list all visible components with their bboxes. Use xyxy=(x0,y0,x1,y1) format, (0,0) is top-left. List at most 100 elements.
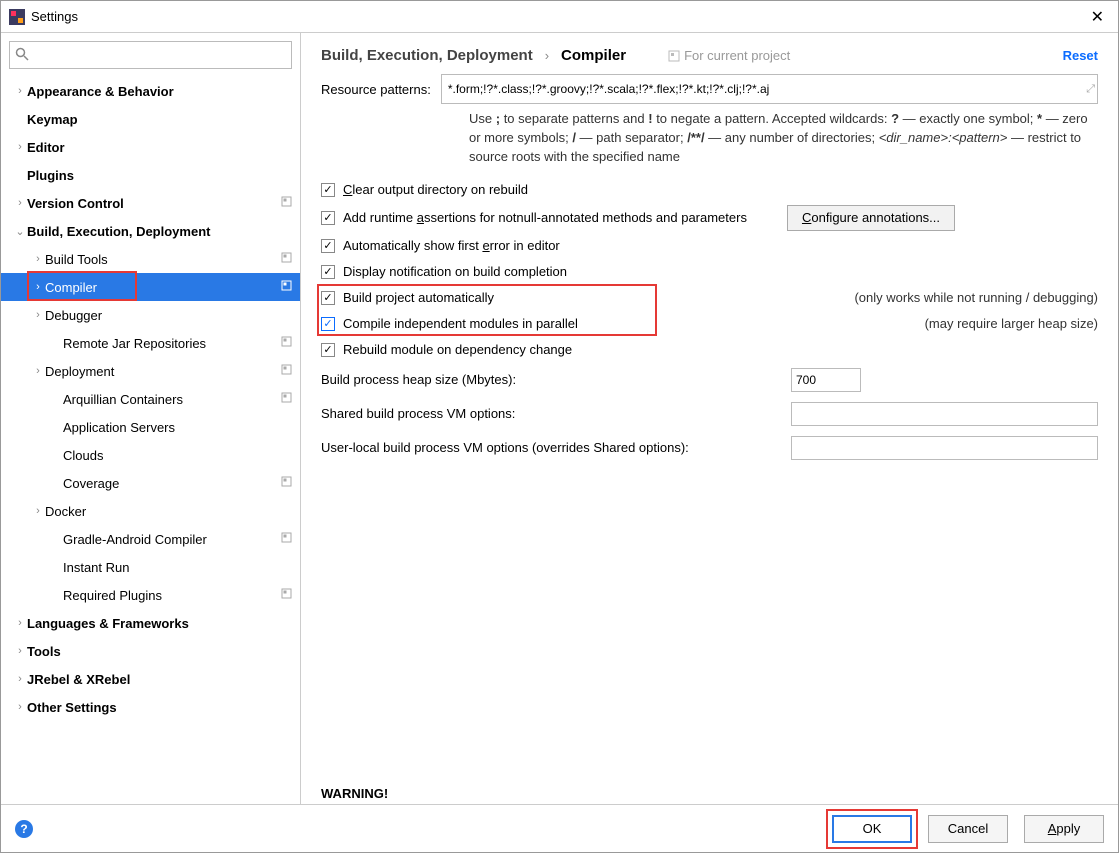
user-vm-input[interactable] xyxy=(791,436,1098,460)
chevron-icon: › xyxy=(13,617,27,629)
warning-block: WARNING! If option 'Clear output directo… xyxy=(321,785,1098,804)
project-scope-icon xyxy=(281,532,292,546)
resource-patterns-input[interactable] xyxy=(444,77,1080,101)
tree-item-plugins[interactable]: Plugins xyxy=(1,161,300,189)
tree-item-compiler[interactable]: ›Compiler xyxy=(1,273,300,301)
tree-item-required-plugins[interactable]: Required Plugins xyxy=(1,581,300,609)
tree-item-label: Coverage xyxy=(63,476,277,491)
auto-show-error-checkbox[interactable] xyxy=(321,239,335,253)
project-scope-icon xyxy=(281,196,292,210)
breadcrumb: Build, Execution, Deployment › Compiler … xyxy=(301,33,1118,72)
reset-link[interactable]: Reset xyxy=(1063,48,1098,63)
chevron-icon: › xyxy=(31,253,45,265)
resource-patterns-hint: Use ; to separate patterns and ! to nega… xyxy=(469,110,1098,167)
expand-icon[interactable]: ⤢ xyxy=(1086,83,1095,96)
tree-item-label: Application Servers xyxy=(63,420,292,435)
tree-item-label: Plugins xyxy=(27,168,292,183)
tree-item-clouds[interactable]: Clouds xyxy=(1,441,300,469)
configure-annotations-button[interactable]: Configure annotations... xyxy=(787,205,955,231)
chevron-icon: › xyxy=(13,645,27,657)
tree-item-appearance-behavior[interactable]: ›Appearance & Behavior xyxy=(1,77,300,105)
for-current-project-label: For current project xyxy=(668,48,790,63)
tree-item-label: Editor xyxy=(27,140,292,155)
tree-item-label: Debugger xyxy=(45,308,292,323)
search-icon xyxy=(14,46,30,65)
tree-item-label: Build Tools xyxy=(45,252,277,267)
resource-patterns-label: Resource patterns: xyxy=(321,82,431,97)
tree-item-label: Deployment xyxy=(45,364,277,379)
tree-item-arquillian-containers[interactable]: Arquillian Containers xyxy=(1,385,300,413)
tree-item-other-settings[interactable]: ›Other Settings xyxy=(1,693,300,721)
display-notification-checkbox[interactable] xyxy=(321,265,335,279)
tree-item-build-execution-deployment[interactable]: ⌄Build, Execution, Deployment xyxy=(1,217,300,245)
compile-parallel-checkbox[interactable] xyxy=(321,317,335,331)
tree-item-docker[interactable]: ›Docker xyxy=(1,497,300,525)
tree-item-debugger[interactable]: ›Debugger xyxy=(1,301,300,329)
tree-item-label: Compiler xyxy=(45,280,277,295)
warning-title: WARNING! xyxy=(321,785,1098,803)
rebuild-dependency-checkbox[interactable] xyxy=(321,343,335,357)
display-notification-label: Display notification on build completion xyxy=(343,264,567,279)
tree-item-label: Keymap xyxy=(27,112,292,127)
search-wrap xyxy=(9,41,292,69)
tree-item-gradle-android-compiler[interactable]: Gradle-Android Compiler xyxy=(1,525,300,553)
chevron-icon: › xyxy=(13,141,27,153)
warning-body: If option 'Clear output directory on reb… xyxy=(321,803,1098,804)
add-assertions-checkbox[interactable] xyxy=(321,211,335,225)
tree-item-label: Version Control xyxy=(27,196,277,211)
form-area: Resource patterns: ⤢ Use ; to separate p… xyxy=(301,72,1118,804)
tree-item-tools[interactable]: ›Tools xyxy=(1,637,300,665)
breadcrumb-parent[interactable]: Build, Execution, Deployment xyxy=(321,47,533,64)
chevron-icon: › xyxy=(31,365,45,377)
tree-item-label: Build, Execution, Deployment xyxy=(27,224,292,239)
heap-size-input[interactable] xyxy=(791,368,861,392)
tree-item-label: Appearance & Behavior xyxy=(27,84,292,99)
tree-item-label: Remote Jar Repositories xyxy=(63,336,277,351)
tree-item-instant-run[interactable]: Instant Run xyxy=(1,553,300,581)
add-assertions-label: Add runtime assertions for notnull-annot… xyxy=(343,210,747,225)
help-icon[interactable]: ? xyxy=(15,820,33,838)
tree-item-label: Tools xyxy=(27,644,292,659)
tree-item-application-servers[interactable]: Application Servers xyxy=(1,413,300,441)
tree-item-languages-frameworks[interactable]: ›Languages & Frameworks xyxy=(1,609,300,637)
user-vm-label: User-local build process VM options (ove… xyxy=(321,440,791,455)
shared-vm-label: Shared build process VM options: xyxy=(321,406,791,421)
tree-item-editor[interactable]: ›Editor xyxy=(1,133,300,161)
shared-vm-input[interactable] xyxy=(791,402,1098,426)
compile-parallel-label: Compile independent modules in parallel xyxy=(343,316,578,331)
cancel-button[interactable]: Cancel xyxy=(928,815,1008,843)
build-project-auto-aside: (only works while not running / debuggin… xyxy=(854,290,1098,305)
tree-item-version-control[interactable]: ›Version Control xyxy=(1,189,300,217)
project-scope-icon xyxy=(281,364,292,378)
sidebar: ›Appearance & BehaviorKeymap›EditorPlugi… xyxy=(1,33,301,804)
project-scope-icon xyxy=(281,280,292,294)
compile-parallel-aside: (may require larger heap size) xyxy=(925,316,1098,331)
tree-item-label: Clouds xyxy=(63,448,292,463)
auto-show-error-label: Automatically show first error in editor xyxy=(343,238,560,253)
tree-item-label: Gradle-Android Compiler xyxy=(63,532,277,547)
tree-item-build-tools[interactable]: ›Build Tools xyxy=(1,245,300,273)
clear-output-checkbox[interactable] xyxy=(321,183,335,197)
tree-item-label: JRebel & XRebel xyxy=(27,672,292,687)
ok-button[interactable]: OK xyxy=(832,815,912,843)
tree-item-jrebel-xrebel[interactable]: ›JRebel & XRebel xyxy=(1,665,300,693)
content-panel: Build, Execution, Deployment › Compiler … xyxy=(301,33,1118,804)
apply-button[interactable]: Apply xyxy=(1024,815,1104,843)
close-icon[interactable]: ✕ xyxy=(1085,7,1110,27)
app-icon xyxy=(9,9,25,25)
tree-item-deployment[interactable]: ›Deployment xyxy=(1,357,300,385)
tree-item-remote-jar-repositories[interactable]: Remote Jar Repositories xyxy=(1,329,300,357)
search-input[interactable] xyxy=(9,41,292,69)
chevron-icon: › xyxy=(13,85,27,97)
project-scope-icon xyxy=(281,252,292,266)
tree-item-label: Other Settings xyxy=(27,700,292,715)
project-scope-icon xyxy=(281,588,292,602)
clear-output-label: CClear output directory on rebuildlear o… xyxy=(343,182,528,197)
build-project-auto-label: Build project automatically xyxy=(343,290,494,305)
project-scope-icon xyxy=(281,336,292,350)
tree-item-coverage[interactable]: Coverage xyxy=(1,469,300,497)
project-scope-icon xyxy=(668,50,680,62)
tree-item-keymap[interactable]: Keymap xyxy=(1,105,300,133)
build-project-auto-checkbox[interactable] xyxy=(321,291,335,305)
tree-item-label: Required Plugins xyxy=(63,588,277,603)
